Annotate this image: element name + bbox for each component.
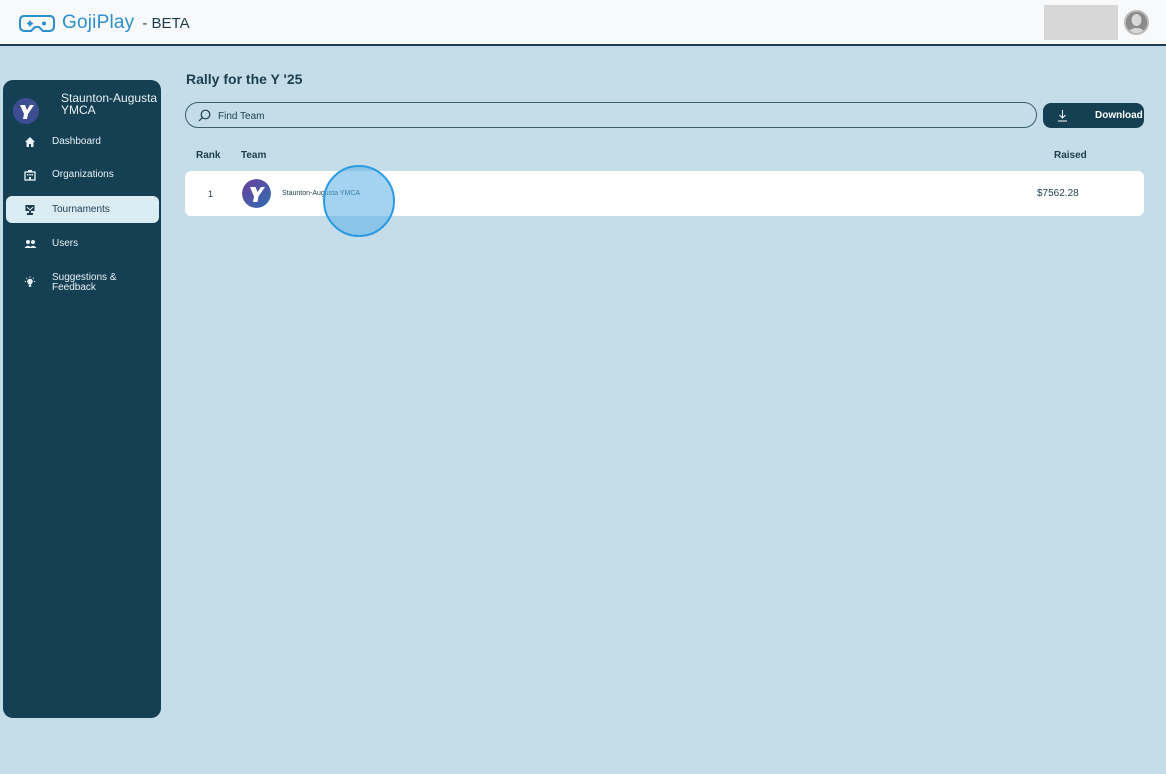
app-name: GojiPlay	[62, 12, 135, 33]
top-bar: GojiPlay - BETA	[0, 0, 1166, 46]
vr-headset-icon	[19, 15, 55, 32]
column-header-rank[interactable]: Rank	[196, 150, 220, 161]
sidebar: Staunton-Augusta YMCA Dashboard Organiza…	[3, 80, 161, 718]
search-icon	[198, 109, 211, 122]
sidebar-item-tournaments[interactable]: Tournaments	[6, 196, 159, 223]
sidebar-item-suggestions[interactable]: Suggestions & Feedback	[6, 269, 159, 296]
sidebar-item-label: Users	[52, 237, 79, 249]
team-logo	[242, 179, 271, 208]
column-header-team[interactable]: Team	[241, 150, 266, 161]
page-title: Rally for the Y '25	[186, 71, 303, 87]
app-beta-label: - BETA	[142, 14, 190, 32]
lightbulb-icon	[23, 276, 37, 290]
download-label: Download	[1095, 110, 1143, 121]
sidebar-item-label: Organizations	[52, 168, 114, 180]
trophy-icon	[23, 203, 37, 217]
search-input[interactable]	[218, 107, 1018, 125]
sidebar-item-label: Tournaments	[52, 203, 110, 215]
ymca-logo	[13, 98, 39, 124]
sidebar-item-organizations[interactable]: Organizations	[6, 161, 159, 188]
app-logo[interactable]: GojiPlay - BETA	[18, 9, 190, 37]
download-icon	[1058, 110, 1067, 122]
user-avatar[interactable]	[1124, 10, 1149, 35]
building-icon	[23, 168, 37, 182]
sidebar-item-dashboard[interactable]: Dashboard	[6, 128, 159, 155]
users-icon	[23, 237, 37, 251]
search-bar[interactable]	[185, 102, 1037, 128]
home-icon	[23, 135, 37, 149]
top-bar-placeholder	[1044, 5, 1118, 40]
person-icon	[1126, 12, 1147, 33]
click-indicator	[323, 165, 395, 237]
sidebar-item-users[interactable]: Users	[6, 230, 159, 257]
download-button[interactable]: Download	[1043, 103, 1144, 128]
org-name: Staunton-Augusta YMCA	[61, 91, 158, 117]
sidebar-item-label: Suggestions & Feedback	[52, 271, 117, 293]
column-header-raised[interactable]: Raised	[1054, 150, 1087, 161]
sidebar-item-label: Dashboard	[52, 135, 101, 147]
row-rank: 1	[208, 189, 214, 199]
row-raised: $7562.28	[1037, 188, 1079, 199]
org-header: Staunton-Augusta YMCA	[11, 90, 161, 126]
